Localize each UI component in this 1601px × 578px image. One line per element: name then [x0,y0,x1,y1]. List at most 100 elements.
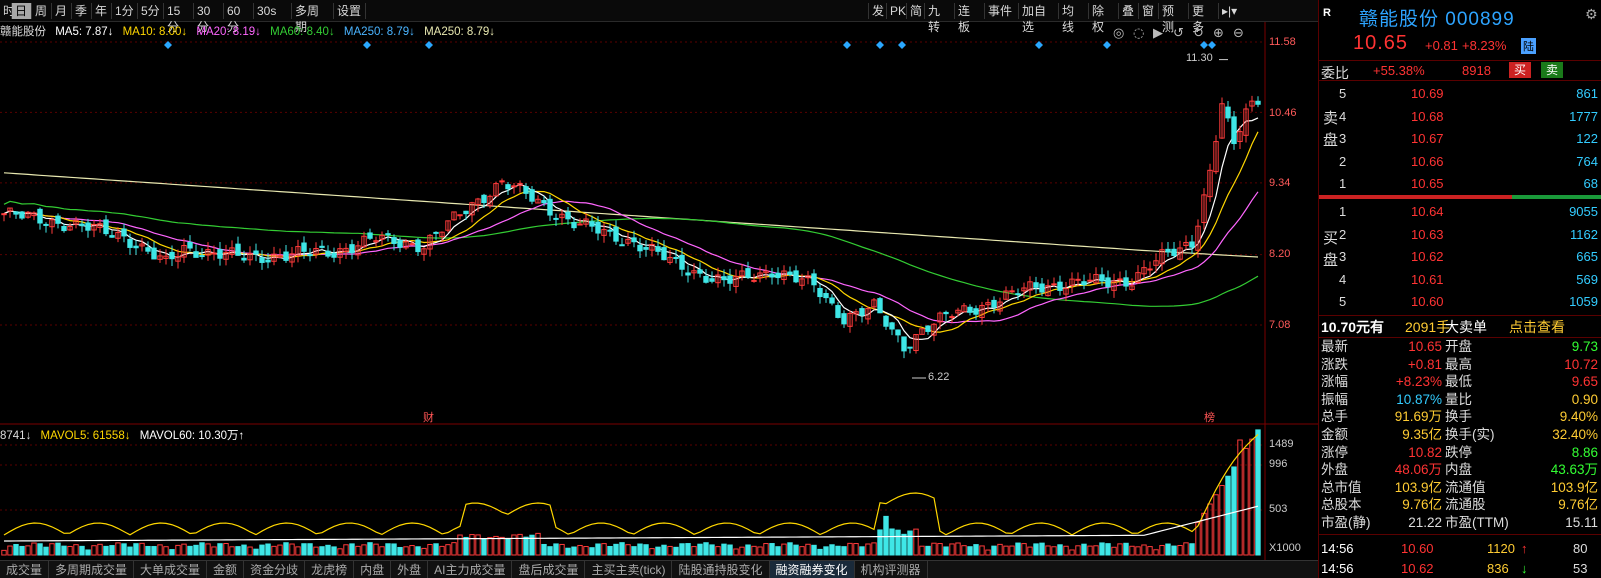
bid-row[interactable]: 1 10.64 9055 [1319,201,1601,223]
stat-key: 最低 [1445,374,1472,390]
bid-row[interactable]: 2 10.63 1162 [1319,224,1601,246]
bid-row[interactable]: 5 10.60 1059 [1319,291,1601,313]
indicator-tab[interactable]: 成交量 [0,561,50,578]
volume-bar [1093,545,1099,556]
volume-bar [127,546,133,556]
indicator-tab[interactable]: 金额 [207,561,245,578]
candle-body [775,272,781,279]
indicator-tab[interactable]: AI主力成交量 [428,561,513,578]
price-change-pct: +8.23% [1462,38,1507,53]
kline-chart[interactable]: ◎ ◌ ▶ ↺ ↻ ⊕ ⊖ [0,0,1318,560]
volume-bar [871,542,877,556]
volume-bar [637,543,643,556]
price-axis-tick: 9.34 [1269,177,1291,189]
stat-value: 9.40% [1559,409,1598,425]
indicator-tab[interactable]: 机构评测器 [855,561,928,578]
bid-row[interactable]: 4 10.61 569 [1319,269,1601,291]
indicator-tab[interactable]: 融资融券变化 [769,561,855,578]
volume-bar [373,543,379,556]
indicator-tab[interactable]: 内盘 [354,561,392,578]
volume-bar [751,545,757,556]
volume-bar [691,546,697,556]
bid-row[interactable]: 3 10.62 665 [1319,246,1601,268]
sell-button[interactable]: 卖 [1541,62,1563,78]
stat-key: 市盈(静) [1321,515,1371,530]
volume-bar [241,544,247,556]
stat-key: 涨跌 [1321,356,1348,372]
bang-marker[interactable]: 榜 [1204,409,1215,425]
indicator-tab[interactable]: 大单成交量 [134,561,208,578]
chart-tool-icon[interactable]: ⊕ [1213,26,1224,41]
bid-volume: 1059 [1569,294,1598,309]
candle-body [727,275,733,284]
candle-body [241,257,247,261]
volume-bar [385,543,391,556]
volume-bar [175,544,181,556]
quote-panel: R 赣能股份 000899 ⚙ 10.65 +0.81 +8.23% 陆 委比 … [1318,0,1601,578]
candle-body [907,346,913,349]
volume-bar [1045,545,1051,556]
candle-body [655,246,661,252]
indicator-tab[interactable]: 资金分歧 [244,561,306,578]
gear-icon[interactable]: ⚙ [1585,6,1598,23]
volume-bar [835,545,841,556]
big-order-view-link[interactable]: 点击查看 [1509,317,1565,337]
event-diamond-icon [1208,41,1216,49]
candle-body [631,237,637,243]
volume-bar [913,528,919,556]
volume-bar [1051,546,1057,556]
volume-bar [361,544,367,556]
volume-bar [1165,543,1171,556]
ask-row[interactable]: 2 10.66 764 [1319,151,1601,173]
ask-row[interactable]: 4 10.68 1777 [1319,106,1601,128]
candle-body [811,273,817,286]
volume-bar [793,544,799,556]
stat-row: 涨跌 +0.81 最高 10.72 [1319,356,1601,374]
chart-tool-icon[interactable]: ⊖ [1233,26,1244,41]
stat-row: 总股本 9.76亿 流通股 9.76亿 [1319,496,1601,514]
volume-bar [1063,545,1069,556]
candle-body [793,270,799,283]
big-order-row[interactable]: 10.70元有 2091手 大卖单 点击查看 [1319,317,1601,337]
candle-body [589,221,595,227]
tick-count: 80 [1573,541,1588,556]
volume-bar [931,542,937,556]
volume-bar [607,545,613,556]
cai-marker[interactable]: 财 [423,409,434,425]
candle-body [259,257,265,263]
divider [1319,80,1601,81]
volume-bar [487,537,493,556]
volume-bar [805,543,811,556]
candle-body [235,243,241,256]
volume-bar [925,545,931,556]
volume-bar [907,530,913,556]
candle-body [787,271,793,275]
indicator-tab[interactable]: 主买主卖(tick) [585,561,673,578]
volume-bar [577,544,583,556]
indicator-tab[interactable]: 多周期成交量 [49,561,135,578]
buy-button[interactable]: 买 [1509,62,1531,78]
volume-bar [601,543,607,556]
ask-row[interactable]: 1 10.65 68 [1319,173,1601,195]
chart-tool-icon[interactable]: ↻ [1193,26,1204,41]
ma20-label: MA20: 8.19↓ [196,26,261,38]
chart-tool-icon[interactable]: ◎ [1113,26,1124,41]
indicator-tab[interactable]: 陆股通持股变化 [672,561,770,578]
candle-body [385,233,391,236]
ask-row[interactable]: 3 10.67 122 [1319,128,1601,150]
volume-bar [421,547,427,556]
vol-axis-tick: 996 [1269,458,1288,470]
candle-body [193,251,199,258]
volume-bar [583,546,589,556]
chart-tool-icon[interactable]: ↺ [1173,26,1184,41]
indicator-tab[interactable]: 龙虎榜 [305,561,355,578]
ma10-line [3,131,1259,333]
candle-body [1033,282,1039,288]
chart-tool-icon[interactable]: ◌ [1133,26,1144,41]
indicator-tab[interactable]: 外盘 [391,561,429,578]
stat-key: 流通股 [1445,497,1486,513]
indicator-tab[interactable]: 盘后成交量 [512,561,586,578]
stat-key: 最新 [1321,339,1348,354]
ask-row[interactable]: 5 10.69 861 [1319,83,1601,105]
chart-tool-icon[interactable]: ▶ [1153,26,1163,41]
